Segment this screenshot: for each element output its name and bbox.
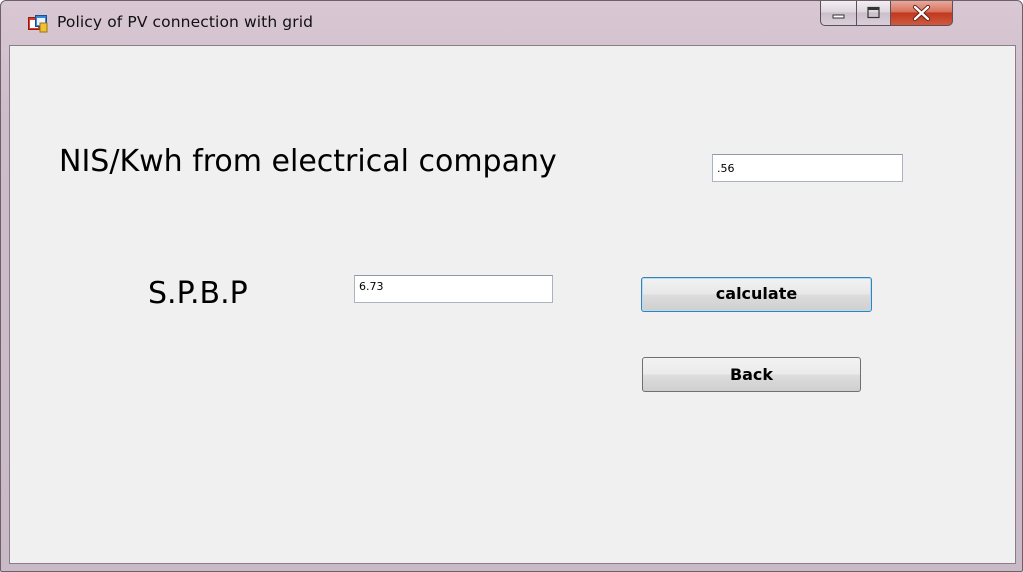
maximize-icon	[857, 6, 890, 29]
close-button[interactable]	[890, 1, 953, 26]
maximize-button[interactable]	[856, 1, 891, 26]
spbp-label: S.P.B.P	[148, 276, 248, 311]
rate-input[interactable]: .56	[712, 154, 903, 182]
close-icon	[891, 4, 952, 29]
spbp-output-field[interactable]: 6.73	[354, 275, 553, 303]
window-title: Policy of PV connection with grid	[57, 13, 314, 31]
rate-label: NIS/Kwh from electrical company	[59, 144, 557, 179]
form-client-area: NIS/Kwh from electrical company .56 S.P.…	[9, 45, 1016, 564]
minimize-icon	[821, 10, 856, 29]
app-form-icon	[28, 15, 48, 33]
calculate-button[interactable]: calculate	[641, 277, 872, 312]
app-window: Policy of PV connection with grid NIS/Kw…	[0, 0, 1023, 572]
title-bar[interactable]: Policy of PV connection with grid	[1, 1, 1022, 45]
back-button[interactable]: Back	[642, 357, 861, 392]
minimize-button[interactable]	[820, 1, 857, 26]
